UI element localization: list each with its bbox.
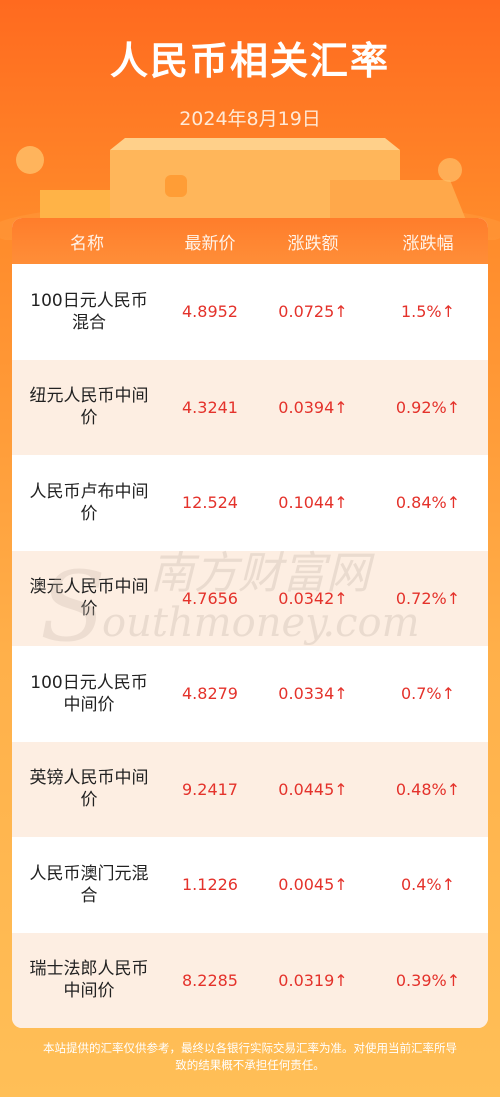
currency-name: 100日元人民币 中间价 — [30, 672, 148, 715]
latest-price: 1.1226 — [182, 875, 238, 895]
change-amount: 0.0334↑ — [278, 684, 348, 704]
change-amount: 0.0445↑ — [278, 779, 348, 799]
table-row: 人民币卢布中间价 12.524 0.1044↑ 0.84%↑ — [12, 455, 488, 551]
currency-name: 澳元人民币中间价 — [29, 577, 149, 620]
latest-price: 9.2417 — [182, 779, 238, 799]
currency-name: 瑞士法郎人民币 中间价 — [29, 959, 149, 1002]
change-amount: 0.0394↑ — [278, 397, 348, 417]
table-row: 人民币澳门元混合 1.1226 0.0045↑ 0.4%↑ — [12, 837, 488, 933]
table-header: 名称 最新价 涨跌额 涨跌幅 — [12, 218, 488, 264]
change-percent: 1.5%↑ — [400, 302, 456, 322]
change-percent: 0.72%↑ — [395, 588, 461, 608]
table-row: 100日元人民币 中间价 4.8279 0.0334↑ 0.7%↑ — [12, 646, 488, 742]
latest-price: 4.8952 — [182, 302, 238, 322]
change-amount: 0.0319↑ — [278, 970, 348, 990]
change-percent: 0.7%↑ — [400, 684, 456, 704]
change-percent: 0.84%↑ — [395, 493, 461, 513]
header-banner: 人民币相关汇率 2024年8月19日 — [0, 0, 500, 240]
table-row: 澳元人民币中间价 4.7656 0.0342↑ 0.72%↑ — [12, 550, 488, 646]
table-row: 100日元人民币 混合 4.8952 0.0725↑ 1.5%↑ — [12, 264, 488, 360]
page-title: 人民币相关汇率 — [109, 39, 390, 83]
column-header-name: 名称 — [70, 233, 104, 254]
currency-name: 纽元人民币中间价 — [29, 386, 149, 429]
change-amount: 0.0725↑ — [278, 302, 348, 322]
disclaimer-line1: 本站提供的汇率仅供参考，最终以各银行实际交易汇率为准。对使用当前汇率所导 — [43, 1041, 457, 1055]
column-header-price: 最新价 — [184, 233, 236, 254]
change-percent: 0.39%↑ — [395, 970, 461, 990]
disclaimer-line2: 致的结果概不承担任何责任。 — [175, 1058, 325, 1072]
date-label: 2024年8月19日 — [179, 108, 321, 130]
currency-name: 人民币澳门元混合 — [29, 863, 149, 906]
currency-name: 英镑人民币中间价 — [29, 768, 149, 811]
change-percent: 0.92%↑ — [395, 397, 461, 417]
latest-price: 4.3241 — [182, 397, 238, 417]
change-amount: 0.1044↑ — [278, 493, 348, 513]
change-percent: 0.4%↑ — [400, 875, 456, 895]
latest-price: 4.8279 — [182, 684, 238, 704]
column-header-pct: 涨跌幅 — [402, 233, 454, 254]
currency-name: 100日元人民币 混合 — [30, 290, 148, 333]
table-row: 英镑人民币中间价 9.2417 0.0445↑ 0.48%↑ — [12, 741, 488, 837]
latest-price: 12.524 — [182, 493, 238, 513]
change-percent: 0.48%↑ — [395, 779, 461, 799]
latest-price: 8.2285 — [182, 970, 238, 990]
change-amount: 0.0045↑ — [278, 875, 348, 895]
rates-table: 名称 最新价 涨跌额 涨跌幅 100日元人民币 混合 4.8952 0.0725↑… — [12, 218, 488, 1028]
change-amount: 0.0342↑ — [278, 588, 348, 608]
currency-name: 人民币卢布中间价 — [29, 481, 149, 524]
disclaimer: 本站提供的汇率仅供参考，最终以各银行实际交易汇率为准。对使用当前汇率所导 致的结… — [0, 1040, 500, 1074]
column-header-change: 涨跌额 — [287, 233, 339, 254]
table-row: 瑞士法郎人民币 中间价 8.2285 0.0319↑ 0.39%↑ — [12, 932, 488, 1028]
latest-price: 4.7656 — [182, 588, 238, 608]
table-row: 纽元人民币中间价 4.3241 0.0394↑ 0.92%↑ — [12, 359, 488, 455]
table-body: 100日元人民币 混合 4.8952 0.0725↑ 1.5%↑ 纽元人民币中间价… — [12, 264, 488, 1028]
